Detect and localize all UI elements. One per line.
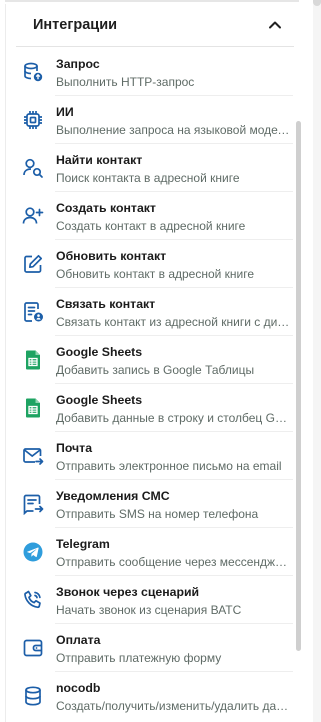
item-title: Google Sheets [56, 345, 143, 359]
contact-link-icon [19, 298, 47, 326]
item-title: Создать контакт [56, 201, 156, 215]
person-search-icon [19, 154, 47, 182]
item-description: Начать звонок из сценария ВАТС [56, 603, 242, 617]
list-item-telegram[interactable]: Telegram Отправить сообщение через мессе… [5, 528, 295, 576]
list-item-sms-notifications[interactable]: Уведомления СМС Отправить SMS на номер т… [5, 480, 295, 528]
item-description: Добавить данные в строку и столбец Googl… [56, 411, 291, 425]
item-description: Выполнить HTTP-запрос [56, 75, 195, 89]
sms-send-icon [19, 490, 47, 518]
chip-icon [19, 106, 47, 134]
item-title: Уведомления СМС [56, 489, 170, 503]
list-item-link-contact[interactable]: Связать контакт Связать контакт из адрес… [5, 288, 295, 336]
item-title: Почта [56, 441, 93, 455]
item-title: Звонок через сценарий [56, 585, 200, 599]
item-description: Добавить запись в Google Таблицы [56, 363, 255, 377]
wallet-icon [19, 634, 47, 662]
mail-send-icon [19, 442, 47, 470]
list-item-find-contact[interactable]: Найти контакт Поиск контакта в адресной … [5, 144, 295, 192]
item-title: Обновить контакт [56, 249, 167, 263]
list-item-scenario-call[interactable]: Звонок через сценарий Начать звонок из с… [5, 576, 295, 624]
item-title: Связать контакт [56, 297, 156, 311]
item-description: Связать контакт из адресной книги с диал… [56, 315, 291, 329]
list-item-payment[interactable]: Оплата Отправить платежную форму [5, 624, 295, 672]
list-scrollbar-thumb[interactable] [296, 121, 301, 651]
outer-scroll-track[interactable] [313, 0, 321, 722]
chevron-up-icon[interactable] [261, 11, 289, 39]
list-item-request[interactable]: Запрос Выполнить HTTP-запрос [5, 48, 295, 96]
list-item-create-contact[interactable]: Создать контакт Создать контакт в адресн… [5, 192, 295, 240]
item-description: Создать/получить/изменить/удалить данные [56, 699, 291, 713]
item-title: Telegram [56, 537, 110, 551]
list-item-google-sheets-add-record[interactable]: Google Sheets Добавить запись в Google Т… [5, 336, 295, 384]
integrations-list: Запрос Выполнить HTTP-запрос ИИ Выполнен… [5, 48, 295, 720]
person-add-icon [19, 202, 47, 230]
item-description: Отправить платежную форму [56, 651, 222, 665]
item-description: Отправить SMS на номер телефона [56, 507, 259, 521]
item-description: Создать контакт в адресной книге [56, 219, 246, 233]
phone-call-icon [19, 586, 47, 614]
top-divider [5, 0, 299, 2]
item-title: Оплата [56, 633, 101, 647]
list-item-mail[interactable]: Почта Отправить электронное письмо на em… [5, 432, 295, 480]
item-description: Обновить контакт в адресной книге [56, 267, 255, 281]
item-title: Запрос [56, 57, 100, 71]
list-item-google-sheets-add-data[interactable]: Google Sheets Добавить данные в строку и… [5, 384, 295, 432]
item-title: ИИ [56, 105, 74, 119]
item-title: Google Sheets [56, 393, 143, 407]
item-description: Поиск контакта в адресной книге [56, 171, 240, 185]
google-sheets-icon [19, 394, 47, 422]
list-item-nocodb[interactable]: nocodb Создать/получить/изменить/удалить… [5, 672, 295, 720]
list-item-ai[interactable]: ИИ Выполнение запроса на языковой модели [5, 96, 295, 144]
header-divider [16, 46, 294, 47]
item-title: nocodb [56, 681, 101, 695]
edit-icon [19, 250, 47, 278]
google-sheets-icon [19, 346, 47, 374]
section-title: Интеграции [33, 17, 118, 33]
item-title: Найти контакт [56, 153, 143, 167]
list-item-update-contact[interactable]: Обновить контакт Обновить контакт в адре… [5, 240, 295, 288]
integrations-section-header[interactable]: Интеграции [5, 4, 299, 46]
item-description: Отправить сообщение через мессенджер Tel… [56, 555, 291, 569]
database-icon [19, 682, 47, 710]
item-description: Отправить электронное письмо на email [56, 459, 282, 473]
database-upload-icon [19, 58, 47, 86]
item-description: Выполнение запроса на языковой модели [56, 123, 291, 137]
telegram-icon [19, 538, 47, 566]
